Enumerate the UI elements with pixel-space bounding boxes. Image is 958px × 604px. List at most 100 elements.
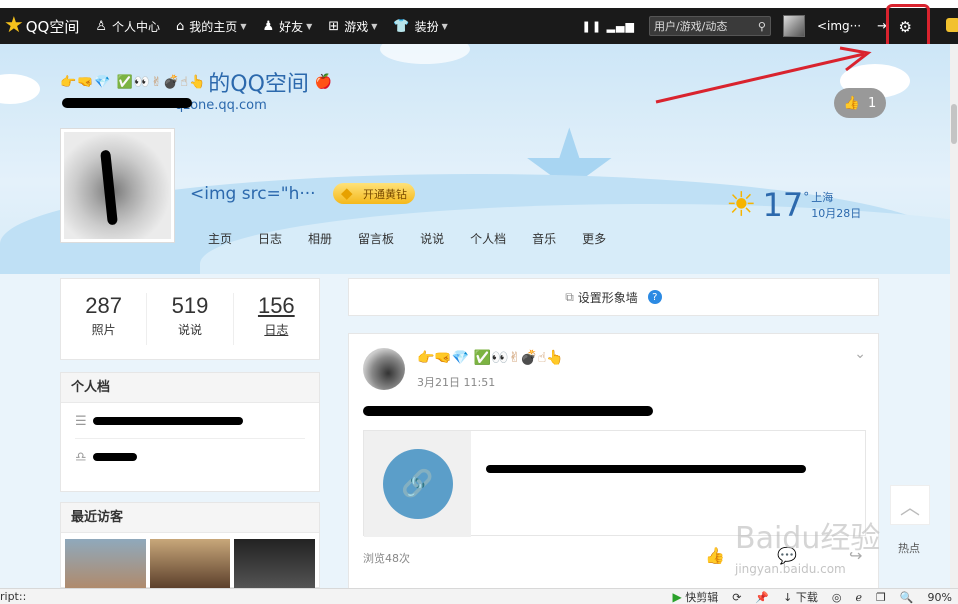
user-avatar-small[interactable] (782, 15, 805, 37)
zodiac-icon: ♎ (75, 449, 87, 465)
like-icon[interactable]: 👍 (705, 546, 725, 565)
browser-status-bar: ript:: ▶ 快剪辑 ⟳ 📌 ↓ 下载 ◎ ℯ ❐ 🔍 90% (0, 588, 958, 604)
chevron-up-icon: ︿ (900, 494, 920, 519)
space-title: 👉🤜💎 ✅👀✌💣☝👆 的QQ空间 🍎 (60, 66, 332, 98)
watermark-logo: Baidu经验 (735, 521, 881, 556)
nav-games[interactable]: ⊞ 游戏 ▼ (328, 18, 377, 35)
view-count: 浏览48次 (363, 552, 410, 565)
link-icon: 🔗 (382, 449, 453, 519)
cloud-decoration (380, 44, 470, 64)
stat-value: 519 (171, 293, 209, 318)
stat-label: 日志 (264, 323, 289, 337)
home-icon: ⌂ (176, 18, 185, 34)
help-icon[interactable]: ? (647, 290, 662, 304)
temperature: 17 (762, 186, 804, 224)
pin-icon[interactable]: 📌 (755, 591, 769, 604)
post-time: 3月21日 11:51 (417, 376, 496, 389)
status-text: ript:: (0, 590, 27, 603)
friends-icon: ♟ (262, 18, 275, 34)
stats-bars-icon[interactable]: ❚❚ ▂▄▆ (582, 20, 635, 33)
cloud-decoration (0, 74, 40, 104)
link-thumbnail: 🔗 (364, 431, 471, 537)
post-author-avatar[interactable] (363, 348, 405, 390)
search-input[interactable]: 用户/游戏/动态 (654, 18, 727, 34)
tab-more[interactable]: 更多 (582, 230, 606, 247)
profile-row[interactable]: ☰ (61, 403, 319, 439)
shirt-icon: 👕 (393, 18, 410, 34)
recent-visitors-card: 最近访客 (60, 502, 320, 589)
nav-my-homepage[interactable]: ⌂ 我的主页 ▼ (176, 18, 246, 35)
visitor-avatar[interactable] (234, 539, 316, 589)
document-icon: ☰ (75, 413, 87, 429)
set-image-wall-bar[interactable]: ⧉ 设置形象墙 ? (348, 278, 879, 316)
stat-photos[interactable]: 287 照片 (61, 293, 148, 345)
redaction-scribble (92, 453, 137, 461)
nav-item-label: 装扮 (414, 19, 439, 34)
browser-icon[interactable]: ◎ (832, 591, 842, 604)
stat-moments[interactable]: 519 说说 (147, 293, 234, 345)
stat-blogs[interactable]: 156 日志 (234, 293, 319, 345)
tab-music[interactable]: 音乐 (532, 230, 556, 247)
post-author-name[interactable]: 👉🤜💎 ✅👀✌💣☝👆 (417, 350, 564, 366)
title-suffix: 的QQ空间 (208, 72, 309, 97)
window-icon[interactable]: ❐ (876, 591, 886, 604)
back-to-top-button[interactable]: ︿ (890, 485, 930, 525)
logo-text: QQ空间 (25, 17, 80, 36)
stats-card: 287 照片 519 说说 156 日志 (60, 278, 320, 360)
download-button[interactable]: ↓ 下载 (783, 589, 818, 604)
open-vip-button[interactable]: 开通黄钻 (333, 183, 415, 204)
caret-down-icon: ▼ (441, 21, 448, 31)
nav-dressup[interactable]: 👕 装扮 ▼ (393, 18, 447, 35)
scrollbar-thumb[interactable] (951, 104, 957, 144)
navbar-right: ❚❚ ▂▄▆ 用户/游戏/动态 ⚲ <img··· ⇥ ⚙ (582, 4, 958, 58)
clip-button[interactable]: ▶ 快剪辑 (672, 589, 718, 604)
window-top-edge (0, 0, 958, 8)
refresh-icon[interactable]: ⟳ (732, 591, 741, 604)
profile-avatar[interactable] (60, 128, 175, 243)
degree-unit: ° (803, 190, 810, 204)
tab-home[interactable]: 主页 (208, 230, 232, 247)
games-grid-icon: ⊞ (328, 18, 340, 34)
hot-topics-button[interactable]: 热点 (898, 540, 920, 556)
stat-value: 156 (257, 293, 295, 318)
play-icon: ▶ (672, 590, 682, 604)
caret-down-icon: ▼ (306, 21, 313, 31)
download-label: 下载 (795, 591, 818, 604)
nav-item-label: 我的主页 (189, 19, 238, 34)
apple-icon: 🍎 (314, 74, 333, 90)
ie-icon[interactable]: ℯ (855, 591, 862, 604)
avatar-image (64, 132, 171, 239)
tab-blog[interactable]: 日志 (258, 230, 282, 247)
clip-label: 快剪辑 (685, 591, 719, 604)
tab-album[interactable]: 相册 (308, 230, 332, 247)
red-annotation-arrow (655, 46, 872, 104)
visitor-avatar[interactable] (149, 539, 231, 589)
profile-card-title: 个人档 (61, 373, 319, 403)
chevron-down-icon[interactable]: ⌄ (854, 346, 866, 362)
vertical-scrollbar[interactable] (950, 44, 958, 589)
top-navbar: ★ QQ空间 ♙ 个人中心 ⌂ 我的主页 ▼ ♟ 好友 ▼ ⊞ 游戏 ▼ 👕 装… (0, 4, 958, 58)
search-box[interactable]: 用户/游戏/动态 ⚲ (648, 16, 771, 36)
weather-widget[interactable]: ☀ 17 ° 上海 10月28日 (726, 186, 861, 224)
nav-item-label: 游戏 (344, 19, 369, 34)
zoom-icon[interactable]: 🔍 (900, 591, 914, 604)
weather-date: 10月28日 (811, 207, 862, 220)
tab-guestbook[interactable]: 留言板 (358, 230, 394, 247)
redaction-scribble (486, 465, 806, 473)
redaction-scribble (92, 417, 243, 425)
visitor-avatar[interactable] (65, 539, 146, 589)
username-label[interactable]: <img··· (817, 19, 861, 33)
redaction-scribble (363, 406, 653, 416)
tab-profile[interactable]: 个人档 (470, 230, 506, 247)
qzone-logo[interactable]: ★ QQ空间 (4, 15, 79, 37)
nav-personal-center[interactable]: ♙ 个人中心 (95, 18, 160, 35)
search-icon[interactable]: ⚲ (758, 20, 766, 33)
nav-friends[interactable]: ♟ 好友 ▼ (262, 18, 312, 35)
image-wall-icon: ⧉ (565, 289, 574, 304)
profile-row[interactable]: ♎ (61, 439, 319, 475)
profile-tabs: 主页 日志 相册 留言板 说说 个人档 音乐 更多 (208, 230, 632, 247)
notification-icon[interactable] (946, 18, 958, 32)
zoom-level[interactable]: 90% (928, 591, 952, 604)
tab-moments[interactable]: 说说 (420, 230, 444, 247)
caret-down-icon: ▼ (371, 21, 378, 31)
